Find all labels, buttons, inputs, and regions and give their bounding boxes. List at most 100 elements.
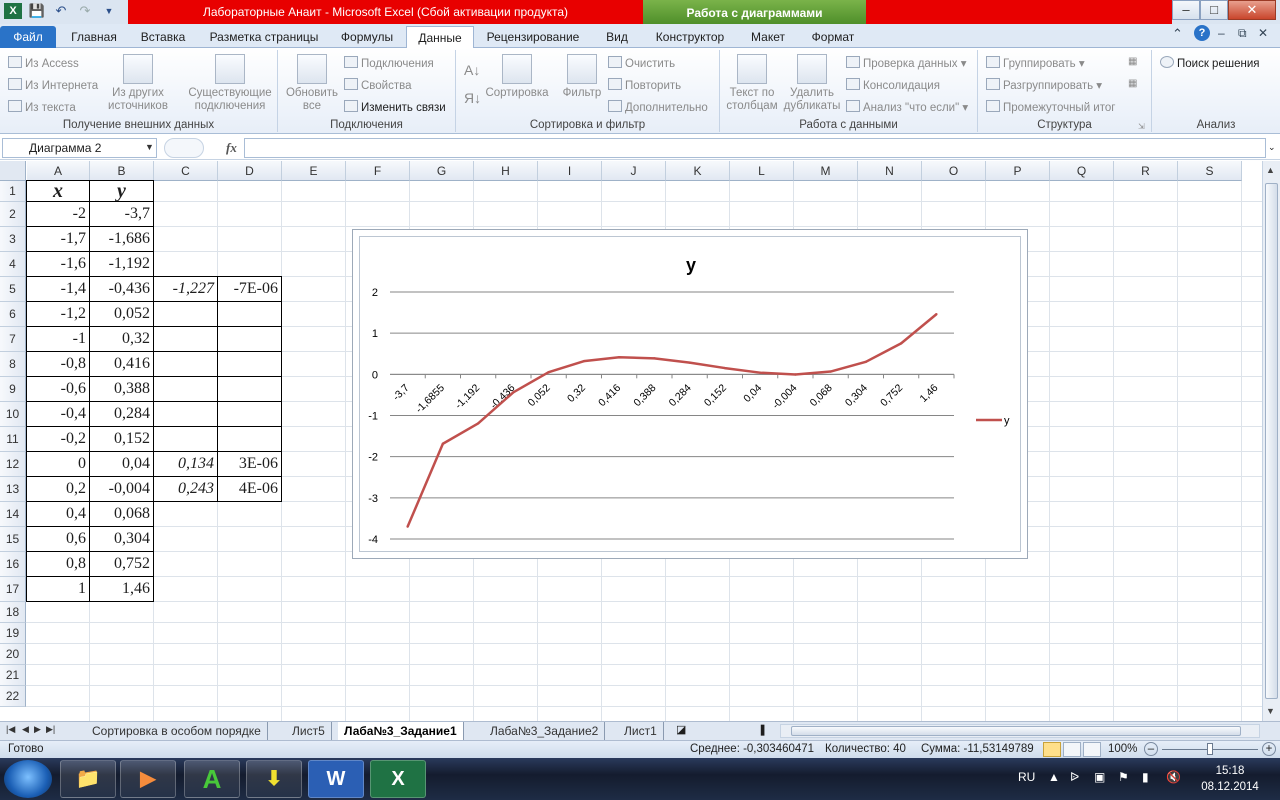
help-icon[interactable]: ? [1194, 25, 1210, 41]
zoom-slider-thumb[interactable] [1207, 743, 1213, 755]
chart-area[interactable]: y 2 1 0 -1 -2 -3 -4 -3,7 -1,6855 -1,192 -0,436 0,052… [359, 236, 1021, 552]
horizontal-scroll-thumb[interactable] [791, 726, 1241, 736]
column-header-a[interactable]: A [27, 161, 90, 181]
cell-x-value[interactable]: -1,7 [27, 227, 89, 251]
column-header-i[interactable]: I [538, 161, 602, 181]
chart-object[interactable]: y 2 1 0 -1 -2 -3 -4 -3,7 -1,6855 -1,192 -0,436 0,052… [352, 229, 1028, 559]
cell-header-y[interactable]: y [90, 181, 153, 201]
row-header-21[interactable]: 21 [0, 665, 26, 686]
column-header-s[interactable]: S [1178, 161, 1242, 181]
scroll-down-icon[interactable]: ▼ [1266, 706, 1275, 716]
cell-y-value[interactable]: -1,192 [90, 252, 153, 276]
scroll-up-icon[interactable]: ▲ [1266, 165, 1275, 175]
name-box[interactable]: Диаграмма 2 [2, 138, 157, 158]
tab-review[interactable]: Рецензирование [478, 26, 588, 48]
clock[interactable]: 15:18 08.12.2014 [1196, 763, 1264, 795]
customize-qat-icon[interactable]: ▼ [100, 3, 118, 19]
row-header-13[interactable]: 13 [0, 477, 26, 502]
row-header-11[interactable]: 11 [0, 427, 26, 452]
show-detail-icon[interactable]: ▦ [1128, 56, 1137, 67]
text-to-columns-button[interactable]: Текст по столбцам [724, 54, 780, 113]
cell-y-value[interactable]: 0,052 [90, 302, 153, 326]
row-header-19[interactable]: 19 [0, 623, 26, 644]
cell-x-value[interactable]: 0,2 [27, 477, 89, 501]
what-if-button[interactable]: Анализ "что если" ▾ [846, 100, 968, 114]
cell-y-value[interactable]: 0,388 [90, 377, 153, 401]
insert-function-icon[interactable]: fx [226, 140, 237, 156]
ribbon-minimize-icon[interactable]: ⌃ [1172, 26, 1183, 42]
row-header-1[interactable]: 1 [0, 181, 26, 202]
undo-icon[interactable]: ↶ [52, 3, 70, 19]
row-header-14[interactable]: 14 [0, 502, 26, 527]
solver-button[interactable]: Поиск решения [1160, 56, 1259, 70]
column-header-p[interactable]: P [986, 161, 1050, 181]
column-header-m[interactable]: M [794, 161, 858, 181]
cell-d12[interactable]: 3E-06 [218, 452, 281, 476]
cell-y-value[interactable]: 0,152 [90, 427, 153, 451]
maximize-button[interactable]: □ [1200, 0, 1228, 20]
row-header-9[interactable]: 9 [0, 377, 26, 402]
excel-icon[interactable]: X [4, 3, 22, 19]
tab-split-handle[interactable]: ❚ [758, 723, 767, 736]
chevron-down-icon[interactable]: ▼ [145, 142, 154, 152]
cell-x-value[interactable]: 0,4 [27, 502, 89, 526]
signal-icon[interactable]: ▮ [1142, 770, 1149, 784]
last-sheet-icon[interactable]: ▶| [46, 724, 55, 735]
column-header-r[interactable]: R [1114, 161, 1178, 181]
row-header-15[interactable]: 15 [0, 527, 26, 552]
cell-y-value[interactable]: -0,004 [90, 477, 153, 501]
prev-sheet-icon[interactable]: ◀ [22, 724, 29, 735]
cell-x-value[interactable]: -1 [27, 327, 89, 351]
cell-y-value[interactable]: 1,46 [90, 577, 153, 601]
from-other-sources-button[interactable]: Из других источников [100, 54, 176, 113]
media-player-icon[interactable]: ▶ [120, 760, 176, 798]
ungroup-button[interactable]: Разгруппировать ▾ [986, 78, 1102, 92]
sheet-tab[interactable]: Лист1 [618, 722, 664, 740]
minimize-button[interactable]: – [1172, 0, 1200, 20]
row-header-7[interactable]: 7 [0, 327, 26, 352]
sheet-tab[interactable]: Лист5 [286, 722, 332, 740]
row-header-22[interactable]: 22 [0, 686, 26, 707]
from-access-button[interactable]: Из Access [8, 56, 79, 70]
doc-close-icon[interactable]: ✕ [1258, 26, 1268, 40]
tab-layout[interactable]: Макет [740, 26, 796, 48]
properties-button[interactable]: Свойства [344, 78, 412, 92]
cell-x-value[interactable]: 0 [27, 452, 89, 476]
next-sheet-icon[interactable]: ▶ [34, 724, 41, 735]
zoom-in-icon[interactable]: + [1262, 742, 1276, 756]
zoom-out-icon[interactable]: – [1144, 742, 1158, 756]
column-header-q[interactable]: Q [1050, 161, 1114, 181]
cell-y-value[interactable]: 0,04 [90, 452, 153, 476]
doc-restore-icon[interactable]: ⧉ [1238, 26, 1247, 41]
row-header-8[interactable]: 8 [0, 352, 26, 377]
download-icon[interactable]: ⬇ [246, 760, 302, 798]
line-chart[interactable]: y 2 1 0 -1 -2 -3 -4 -3,7 -1,6855 -1,192 -0,436 0,052… [360, 237, 1022, 553]
row-header-10[interactable]: 10 [0, 402, 26, 427]
row-header-5[interactable]: 5 [0, 277, 26, 302]
refresh-all-button[interactable]: Обновить все [282, 54, 342, 113]
cell-y-value[interactable]: -0,436 [90, 277, 153, 301]
sheet-tab-active[interactable]: Лаба№3_Задание1 [338, 722, 464, 740]
save-icon[interactable]: 💾 [28, 3, 46, 19]
column-header-n[interactable]: N [858, 161, 922, 181]
page-layout-view-icon[interactable] [1063, 742, 1081, 757]
cell-y-value[interactable]: 0,284 [90, 402, 153, 426]
page-break-view-icon[interactable] [1083, 742, 1101, 757]
row-header-18[interactable]: 18 [0, 602, 26, 623]
row-header-6[interactable]: 6 [0, 302, 26, 327]
insert-sheet-icon[interactable]: ◪ [676, 723, 686, 736]
sort-za-icon[interactable]: Я↓ [464, 90, 481, 106]
column-header-g[interactable]: G [410, 161, 474, 181]
from-text-button[interactable]: Из текста [8, 100, 76, 114]
first-sheet-icon[interactable]: |◀ [6, 724, 15, 735]
doc-minimize-icon[interactable]: – [1218, 26, 1225, 40]
advanced-filter-button[interactable]: Дополнительно [608, 100, 708, 114]
cell-header-x[interactable]: x [27, 181, 89, 201]
file-explorer-icon[interactable]: 📁 [60, 760, 116, 798]
column-header-d[interactable]: D [218, 161, 282, 181]
expand-formula-bar-icon[interactable]: ⌄ [1268, 142, 1276, 153]
sort-button[interactable]: Сортировка [482, 54, 552, 100]
app-a-icon[interactable]: A [184, 760, 240, 798]
word-icon[interactable]: W [308, 760, 364, 798]
close-button[interactable]: ✕ [1228, 0, 1276, 20]
